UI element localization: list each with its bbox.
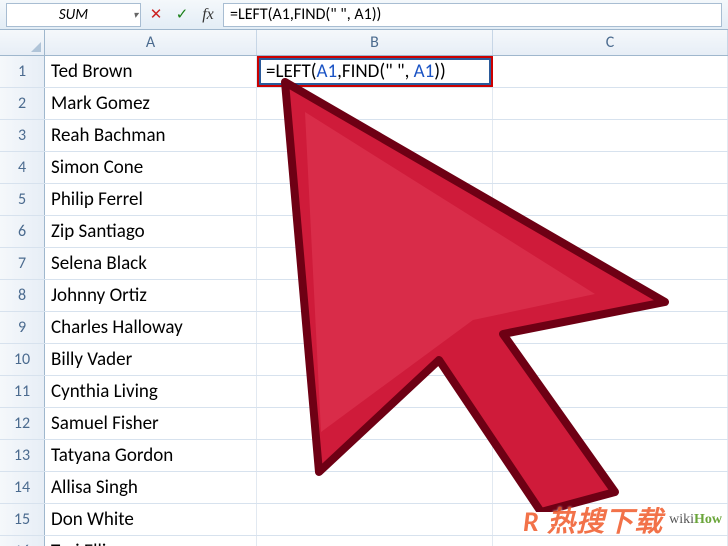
cell[interactable] [257, 344, 493, 375]
row-header[interactable]: 8 [0, 280, 45, 311]
cell[interactable] [493, 280, 728, 311]
row-header[interactable]: 16 [0, 536, 45, 546]
cell-formula: =LEFT(A1,FIND(" ", A1)) [266, 60, 446, 83]
formula-input[interactable]: =LEFT(A1,FIND(" ", A1)) [223, 3, 722, 27]
cancel-icon[interactable]: ✕ [145, 4, 167, 26]
row-header[interactable]: 2 [0, 88, 45, 119]
cell[interactable] [493, 440, 728, 471]
table-row: 11Cynthia Living [0, 376, 728, 408]
cell[interactable]: Philip Ferrel [45, 184, 257, 215]
cell[interactable] [257, 88, 493, 119]
cell[interactable]: Allisa Singh [45, 472, 257, 503]
cell[interactable] [257, 408, 493, 439]
watermark-cn: R 热搜下载 [523, 500, 663, 540]
cell[interactable] [493, 312, 728, 343]
watermark-wikihow: wikiHow [669, 512, 722, 528]
cell[interactable] [493, 184, 728, 215]
row-header[interactable]: 15 [0, 504, 45, 535]
cell[interactable] [257, 152, 493, 183]
name-box[interactable]: SUM ▾ [6, 3, 141, 27]
cell[interactable]: Reah Bachman [45, 120, 257, 151]
table-row: 5Philip Ferrel [0, 184, 728, 216]
cell[interactable] [257, 248, 493, 279]
row-header[interactable]: 3 [0, 120, 45, 151]
column-header-row: A B C [0, 30, 728, 56]
table-row: 8Johnny Ortiz [0, 280, 728, 312]
row-header[interactable]: 13 [0, 440, 45, 471]
cell[interactable]: Mark Gomez [45, 88, 257, 119]
cell[interactable] [257, 504, 493, 535]
cell[interactable] [493, 216, 728, 247]
row-header[interactable]: 14 [0, 472, 45, 503]
cell[interactable] [493, 152, 728, 183]
enter-icon[interactable]: ✓ [171, 4, 193, 26]
row-header[interactable]: 11 [0, 376, 45, 407]
table-row: 10Billy Vader [0, 344, 728, 376]
fx-icon[interactable]: fx [197, 4, 219, 26]
cell[interactable] [493, 120, 728, 151]
cell[interactable] [493, 88, 728, 119]
table-row: 6Zip Santiago [0, 216, 728, 248]
cell[interactable] [257, 440, 493, 471]
cell[interactable]: Tatyana Gordon [45, 440, 257, 471]
row-header[interactable]: 7 [0, 248, 45, 279]
table-row: 7Selena Black [0, 248, 728, 280]
cell[interactable] [493, 376, 728, 407]
cell[interactable] [493, 248, 728, 279]
name-box-value: SUM [59, 6, 88, 24]
column-header-B[interactable]: B [257, 30, 493, 55]
dropdown-icon[interactable]: ▾ [133, 8, 138, 21]
select-all-corner[interactable] [0, 30, 45, 55]
cell[interactable]: Tori Ellis [45, 536, 257, 546]
active-cell[interactable]: =LEFT(A1,FIND(" ", A1)) [257, 56, 493, 87]
cell[interactable] [493, 344, 728, 375]
cell[interactable] [493, 56, 728, 87]
cell[interactable]: Zip Santiago [45, 216, 257, 247]
row-header[interactable]: 10 [0, 344, 45, 375]
cell[interactable]: Ted Brown [45, 56, 257, 87]
row-header[interactable]: 6 [0, 216, 45, 247]
row-header[interactable]: 4 [0, 152, 45, 183]
table-row: 3Reah Bachman [0, 120, 728, 152]
cell[interactable]: Cynthia Living [45, 376, 257, 407]
cell[interactable] [257, 184, 493, 215]
cell[interactable] [493, 408, 728, 439]
cell[interactable] [257, 376, 493, 407]
cell[interactable]: Johnny Ortiz [45, 280, 257, 311]
table-row: 13Tatyana Gordon [0, 440, 728, 472]
row-header[interactable]: 5 [0, 184, 45, 215]
cell[interactable]: Charles Halloway [45, 312, 257, 343]
cell[interactable] [257, 216, 493, 247]
cell[interactable]: Samuel Fisher [45, 408, 257, 439]
table-row: 12Samuel Fisher [0, 408, 728, 440]
cell[interactable] [257, 280, 493, 311]
formula-bar: SUM ▾ ✕ ✓ fx =LEFT(A1,FIND(" ", A1)) [0, 0, 728, 30]
table-row: 1Ted Brown =LEFT(A1,FIND(" ", A1)) [0, 56, 728, 88]
cell[interactable] [257, 472, 493, 503]
table-row: 2Mark Gomez [0, 88, 728, 120]
cell[interactable]: Billy Vader [45, 344, 257, 375]
cell[interactable] [257, 536, 493, 546]
row-header[interactable]: 12 [0, 408, 45, 439]
watermark: R 热搜下载 wikiHow [523, 500, 722, 540]
cell[interactable]: Simon Cone [45, 152, 257, 183]
table-row: 9Charles Halloway [0, 312, 728, 344]
row-header[interactable]: 9 [0, 312, 45, 343]
formula-text: =LEFT(A1,FIND(" ", A1)) [230, 5, 381, 24]
column-header-C[interactable]: C [493, 30, 728, 55]
spreadsheet-grid: A B C 1Ted Brown =LEFT(A1,FIND(" ", A1)) 2… [0, 30, 728, 546]
cell[interactable]: Don White [45, 504, 257, 535]
cell[interactable] [257, 120, 493, 151]
column-header-A[interactable]: A [45, 30, 257, 55]
row-header[interactable]: 1 [0, 56, 45, 87]
cell[interactable] [257, 312, 493, 343]
table-row: 4Simon Cone [0, 152, 728, 184]
cell[interactable]: Selena Black [45, 248, 257, 279]
cell[interactable] [493, 472, 728, 503]
